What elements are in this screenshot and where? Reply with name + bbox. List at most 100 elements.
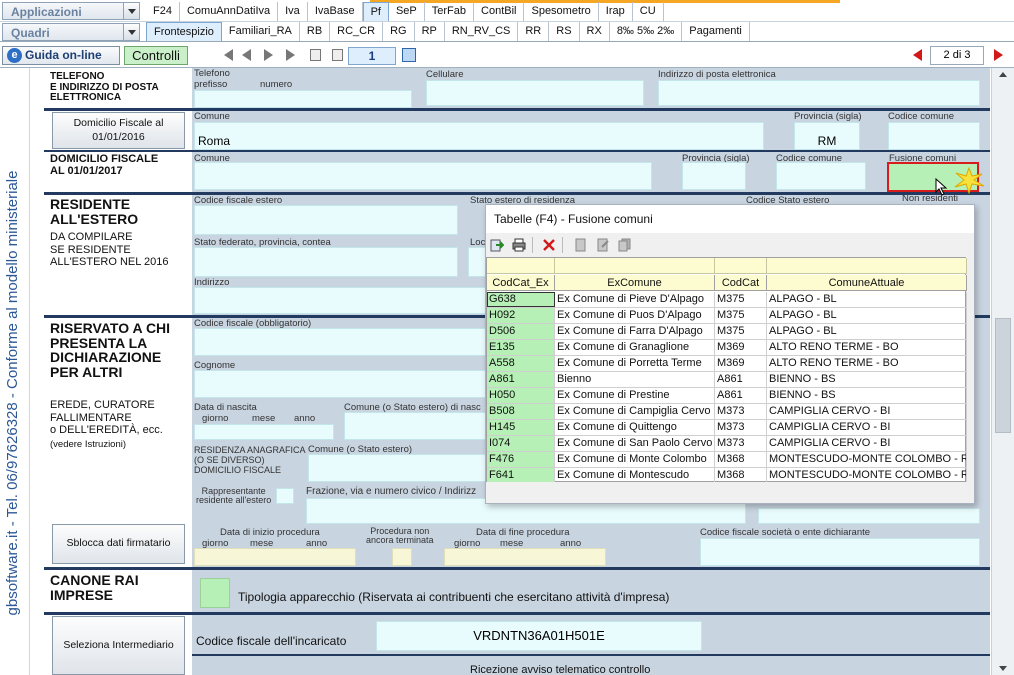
comune-2016-field[interactable]: Roma bbox=[194, 122, 764, 150]
codice-comune-2016-field[interactable] bbox=[888, 122, 980, 150]
cell-codcat[interactable]: M369 bbox=[715, 340, 767, 355]
export-icon[interactable] bbox=[490, 238, 504, 252]
cell-excomune[interactable]: Ex Comune di San Paolo Cervo bbox=[555, 436, 715, 451]
guida-online-button[interactable]: e Guida on-line bbox=[2, 46, 120, 65]
next-module-icon[interactable] bbox=[994, 49, 1003, 61]
cell-codcat-ex[interactable]: E135 bbox=[487, 340, 555, 355]
tab-sep[interactable]: SeP bbox=[389, 2, 425, 21]
cell-excomune[interactable]: Ex Comune di Granaglione bbox=[555, 340, 715, 355]
cell-codcat[interactable]: M375 bbox=[715, 324, 767, 339]
cell-comune[interactable]: CAMPIGLIA CERVO - BI bbox=[767, 420, 967, 435]
cell-excomune[interactable]: Ex Comune di Prestine bbox=[555, 388, 715, 403]
tab-iva[interactable]: Iva bbox=[278, 2, 308, 21]
first-page-icon[interactable] bbox=[224, 49, 233, 61]
cf-estero-field[interactable] bbox=[194, 205, 458, 235]
applicazioni-combo[interactable]: Applicazioni bbox=[2, 2, 140, 20]
telefono-field[interactable] bbox=[194, 90, 412, 108]
next-page-icon[interactable] bbox=[264, 49, 273, 61]
cell-comune[interactable]: BIENNO - BS bbox=[767, 388, 967, 403]
table-row[interactable]: H145 Ex Comune di Quittengo M373 CAMPIGLIA … bbox=[487, 420, 967, 436]
comune-2017-field[interactable] bbox=[194, 162, 652, 190]
last-page-icon[interactable] bbox=[286, 49, 295, 61]
quadro-tab-6[interactable]: RN_RV_CS bbox=[445, 22, 519, 41]
cell-excomune[interactable]: Ex Comune di Campiglia Cervo bbox=[555, 404, 715, 419]
cell-codcat[interactable]: A861 bbox=[715, 388, 767, 403]
table-row[interactable]: H092 Ex Comune di Puos D'Alpago M375 ALPAGO… bbox=[487, 308, 967, 324]
quadri-combo[interactable]: Quadri bbox=[2, 23, 140, 41]
quadro-tab-7[interactable]: RR bbox=[518, 22, 550, 41]
comune-residenza-field[interactable] bbox=[308, 454, 486, 482]
scroll-down-icon[interactable] bbox=[999, 666, 1007, 671]
previous-module-icon[interactable] bbox=[913, 49, 922, 61]
indirizzo-field[interactable] bbox=[194, 287, 494, 314]
stato-federato-field[interactable] bbox=[194, 247, 458, 277]
tab-cu[interactable]: CU bbox=[633, 2, 664, 21]
grid-filter-row[interactable] bbox=[487, 258, 967, 274]
previous-page-icon[interactable] bbox=[242, 49, 251, 61]
data-inizio-field[interactable] bbox=[194, 548, 356, 566]
tab-ivabase[interactable]: IvaBase bbox=[308, 2, 363, 21]
copy-page-icon[interactable] bbox=[310, 49, 321, 61]
table-row[interactable]: A861 Bienno A861 BIENNO - BS bbox=[487, 372, 967, 388]
quadro-tab-2[interactable]: RB bbox=[300, 22, 331, 41]
cell-codcat-ex[interactable]: H050 bbox=[487, 388, 555, 403]
fusione-comuni-grid[interactable]: CodCat_Ex ExComune CodCat ComuneAttuale … bbox=[486, 257, 967, 484]
print-icon[interactable] bbox=[512, 238, 526, 252]
cell-comune[interactable]: MONTESCUDO-MONTE COLOMBO - RN bbox=[767, 452, 967, 467]
table-row[interactable]: H050 Ex Comune di Prestine A861 BIENNO - BS bbox=[487, 388, 967, 404]
vertical-scrollbar[interactable] bbox=[991, 68, 1014, 675]
cell-excomune[interactable]: Bienno bbox=[555, 372, 715, 387]
quadro-tab-5[interactable]: RP bbox=[415, 22, 445, 41]
chevron-down-icon[interactable] bbox=[123, 3, 139, 19]
cell-comune[interactable]: CAMPIGLIA CERVO - BI bbox=[767, 404, 967, 419]
quadro-tab-10[interactable]: 8‰ 5‰ 2‰ bbox=[610, 22, 683, 41]
cell-codcat[interactable]: M373 bbox=[715, 436, 767, 451]
cell-codcat[interactable]: M369 bbox=[715, 356, 767, 371]
cell-comune[interactable]: BIENNO - BS bbox=[767, 372, 967, 387]
table-row[interactable]: D506 Ex Comune di Farra D'Alpago M375 ALPAG… bbox=[487, 324, 967, 340]
tab-f24[interactable]: F24 bbox=[146, 2, 180, 21]
tab-irap[interactable]: Irap bbox=[599, 2, 633, 21]
cell-codcat-ex[interactable]: A558 bbox=[487, 356, 555, 371]
email-field[interactable] bbox=[658, 80, 980, 106]
cell-codcat-ex[interactable]: B508 bbox=[487, 404, 555, 419]
table-row[interactable]: A558 Ex Comune di Porretta Terme M369 ALTO … bbox=[487, 356, 967, 372]
seleziona-intermediario-button[interactable]: Seleziona Intermediario bbox=[52, 616, 185, 675]
cell-codcat[interactable]: M368 bbox=[715, 468, 767, 483]
cf-obbligatorio-field[interactable] bbox=[194, 328, 486, 356]
tab-spesometro[interactable]: Spesometro bbox=[524, 2, 599, 21]
cell-codcat-ex[interactable]: F641 bbox=[487, 468, 555, 483]
cell-excomune[interactable]: Ex Comune di Farra D'Alpago bbox=[555, 324, 715, 339]
cell-comune[interactable]: ALTO RENO TERME - BO bbox=[767, 340, 967, 355]
provincia-2016-field[interactable]: RM bbox=[794, 122, 860, 150]
cell-comune[interactable]: CAMPIGLIA CERVO - BI bbox=[767, 436, 967, 451]
document-stack-icon[interactable] bbox=[618, 238, 632, 252]
column-header-excomune[interactable]: ExComune bbox=[555, 275, 715, 291]
quadro-tab-9[interactable]: RX bbox=[580, 22, 610, 41]
tab-terfab[interactable]: TerFab bbox=[425, 2, 475, 21]
domicilio-2016-button[interactable]: Domicilio Fiscale al 01/01/2016 bbox=[52, 112, 185, 149]
delete-icon[interactable] bbox=[542, 238, 556, 252]
cf-incaricato-field[interactable]: VRDNTN36A01H501E bbox=[376, 621, 702, 651]
cell-excomune[interactable]: Ex Comune di Pieve D'Alpago bbox=[555, 292, 715, 307]
cell-codcat-ex[interactable]: A861 bbox=[487, 372, 555, 387]
cell-comune[interactable]: ALTO RENO TERME - BO bbox=[767, 356, 967, 371]
cell-excomune[interactable]: Ex Comune di Quittengo bbox=[555, 420, 715, 435]
table-row[interactable]: E135 Ex Comune di Granaglione M369 ALTO REN… bbox=[487, 340, 967, 356]
cell-codcat[interactable]: M373 bbox=[715, 420, 767, 435]
provincia-2017-field[interactable] bbox=[682, 162, 746, 190]
data-fine-field[interactable] bbox=[444, 548, 606, 566]
quadro-tab-4[interactable]: RG bbox=[383, 22, 415, 41]
cell-codcat-ex[interactable]: G638 bbox=[487, 292, 555, 307]
table-row[interactable]: B508 Ex Comune di Campiglia Cervo M373 CAMP… bbox=[487, 404, 967, 420]
cell-codcat[interactable]: M373 bbox=[715, 404, 767, 419]
cognome-field[interactable] bbox=[194, 370, 486, 398]
cell-excomune[interactable]: Ex Comune di Montescudo bbox=[555, 468, 715, 483]
tipologia-apparecchio-field[interactable] bbox=[200, 578, 230, 608]
cell-comune[interactable]: ALPAGO - BL bbox=[767, 324, 967, 339]
column-header-codcat-ex[interactable]: CodCat_Ex bbox=[487, 275, 555, 291]
cell-comune[interactable]: ALPAGO - BL bbox=[767, 292, 967, 307]
cell-codcat-ex[interactable]: H145 bbox=[487, 420, 555, 435]
cell-codcat-ex[interactable]: I074 bbox=[487, 436, 555, 451]
cell-comune[interactable]: MONTESCUDO-MONTE COLOMBO - RN bbox=[767, 468, 967, 483]
